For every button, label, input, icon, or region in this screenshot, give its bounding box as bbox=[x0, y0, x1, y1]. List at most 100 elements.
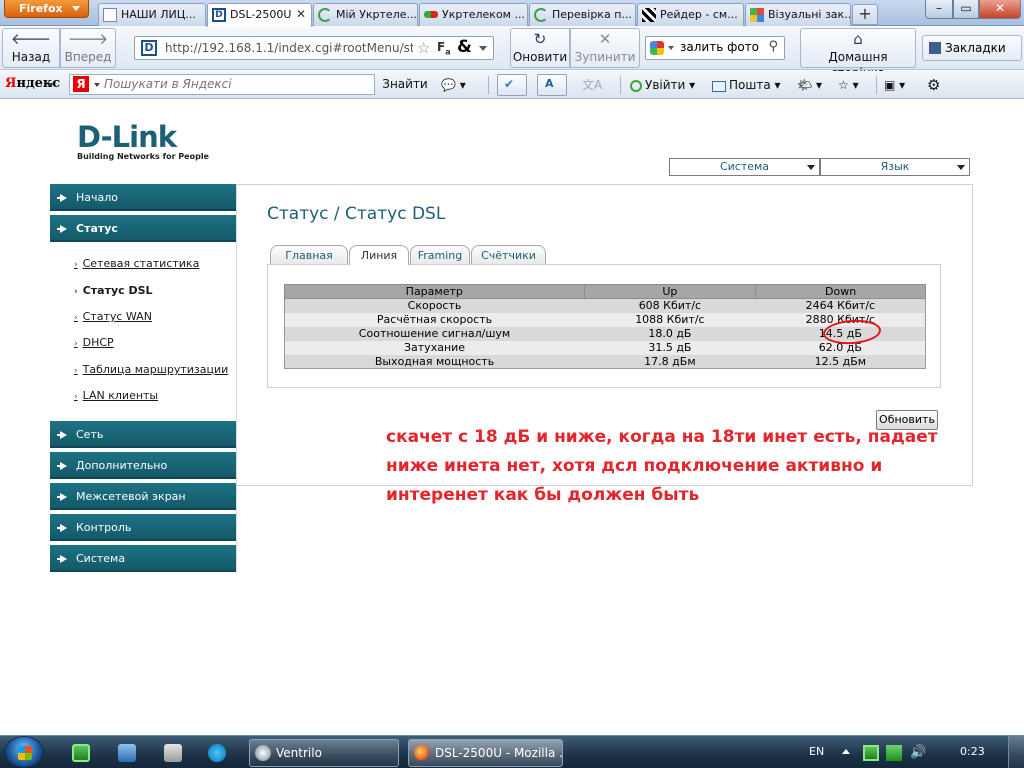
app-launcher-icon[interactable] bbox=[118, 744, 136, 762]
menu-item-firewall[interactable]: Межсетевой экран bbox=[50, 483, 236, 510]
search-icon[interactable]: ⚲ bbox=[768, 39, 778, 54]
browser-tab-bar: Firefox НАШИ ЛИЦ... D DSL-2500U ✕ Мій Ук… bbox=[0, 0, 1024, 27]
input-language-indicator[interactable]: EN bbox=[809, 745, 824, 758]
browser-tab[interactable]: НАШИ ЛИЦ... bbox=[98, 3, 206, 26]
bookmarks-button[interactable]: Закладки bbox=[922, 35, 1022, 61]
bullet-icon: › bbox=[74, 313, 78, 323]
speech-bubble-icon[interactable]: 💬 ▾ bbox=[441, 75, 466, 95]
window-close-button[interactable]: ✕ bbox=[979, 0, 1021, 19]
app-launcher-icon[interactable] bbox=[72, 744, 90, 762]
forward-button[interactable]: 🡒 Вперед bbox=[60, 28, 116, 68]
submenu-dsl-status[interactable]: › Статус DSL bbox=[74, 284, 153, 297]
yandex-toolbar: Яндекс Я Знайти 💬 ▾ ✔ A 文A Увійти ▾ Пошт… bbox=[0, 71, 1024, 99]
url-history-dropdown-icon[interactable] bbox=[479, 46, 487, 51]
tray-app-icon[interactable] bbox=[863, 745, 879, 761]
menu-label: Контроль bbox=[76, 521, 132, 534]
url-text[interactable]: http://192.168.1.1/index.cgi#rootMenu/st… bbox=[165, 41, 413, 55]
chevron-down-icon[interactable] bbox=[48, 83, 54, 87]
tab-framing[interactable]: Framing bbox=[410, 245, 470, 264]
annotation-line: интеренет как бы должен быть bbox=[386, 485, 700, 505]
windows-taskbar: Ventrilo DSL-2500U - Mozilla ... EN 🔊 0:… bbox=[0, 735, 1024, 768]
submenu-routing-table[interactable]: › Таблица маршрутизации bbox=[74, 363, 228, 376]
menu-item-advanced[interactable]: Дополнительно bbox=[50, 452, 236, 479]
chevron-down-icon bbox=[957, 165, 965, 170]
volume-icon[interactable]: 🔊 bbox=[910, 745, 926, 761]
menu-item-network[interactable]: Сеть bbox=[50, 421, 236, 448]
back-button[interactable]: 🡐 Назад bbox=[2, 28, 60, 68]
bookmark-star-icon[interactable]: ☆ bbox=[417, 39, 430, 57]
minimize-button[interactable]: – bbox=[925, 0, 953, 19]
menu-label: Система bbox=[76, 552, 126, 565]
browser-tab[interactable]: Мій Укртеле... bbox=[313, 3, 418, 26]
menu-item-control[interactable]: Контроль bbox=[50, 514, 236, 541]
reload-button[interactable]: ↻ Оновити bbox=[510, 28, 570, 68]
menu-item-status[interactable]: Статус bbox=[50, 215, 236, 242]
browser-tab[interactable]: Візуальні зак... bbox=[745, 3, 851, 26]
bookmarks-cube-icon[interactable]: ▣ ▾ bbox=[884, 75, 905, 95]
skype-icon[interactable] bbox=[208, 744, 226, 762]
firefox-menu-label: Firefox bbox=[19, 2, 63, 15]
table-row: Затухание 31.5 дБ 62.0 дБ bbox=[284, 340, 926, 355]
taskbar-app-firefox[interactable]: DSL-2500U - Mozilla ... bbox=[408, 739, 563, 767]
ampersand-addon-icon[interactable]: & bbox=[457, 37, 472, 57]
browser-tab[interactable]: Перевірка п... bbox=[529, 3, 636, 26]
tab-counters[interactable]: Счётчики bbox=[471, 245, 546, 264]
yandex-search-input[interactable] bbox=[104, 77, 364, 91]
toolbar-divider bbox=[620, 76, 621, 94]
browser-tab-active[interactable]: D DSL-2500U ✕ bbox=[207, 3, 312, 27]
weather-icon[interactable]: 🌤 ▾ bbox=[797, 75, 822, 95]
address-bar[interactable]: D http://192.168.1.1/index.cgi#rootMenu/… bbox=[134, 36, 494, 60]
spellcheck-icon[interactable]: ✔ bbox=[497, 74, 527, 96]
google-icon[interactable] bbox=[650, 41, 664, 55]
search-engine-dropdown-icon[interactable] bbox=[668, 46, 674, 50]
browser-tab[interactable]: Рейдер - см... bbox=[637, 3, 744, 26]
system-menu-select[interactable]: Система bbox=[669, 158, 820, 176]
taskbar-app-ventrilo[interactable]: Ventrilo bbox=[249, 739, 399, 767]
menu-item-start[interactable]: Начало bbox=[50, 184, 236, 211]
annotation-line: ниже инета нет, хотя дсл подключение акт… bbox=[386, 456, 883, 476]
table-row: Выходная мощность 17.8 дБм 12.5 дБм bbox=[284, 354, 926, 369]
new-tab-button[interactable]: + bbox=[852, 4, 878, 25]
close-tab-icon[interactable]: ✕ bbox=[296, 4, 306, 25]
yandex-search-box[interactable]: Я bbox=[69, 74, 375, 95]
submenu-dhcp[interactable]: › DHCP bbox=[74, 336, 114, 349]
bookmarks-label: Закладки bbox=[945, 41, 1006, 55]
translate-addon-icon[interactable]: Fa bbox=[437, 40, 451, 56]
menu-item-system[interactable]: Система bbox=[50, 545, 236, 572]
browser-tab[interactable]: Укртелеком ... bbox=[419, 3, 528, 26]
cell-up: 1088 Кбит/с bbox=[584, 312, 756, 327]
stop-button[interactable]: ✕ Зупинити bbox=[570, 28, 640, 68]
login-button[interactable]: Увійти ▾ bbox=[630, 75, 695, 95]
home-button[interactable]: ⌂ Домашня сторінка bbox=[800, 28, 916, 80]
submenu-network-stats[interactable]: › Сетевая статистика bbox=[74, 257, 199, 270]
show-hidden-icons-icon[interactable] bbox=[842, 749, 850, 754]
submenu-wan-status[interactable]: › Статус WAN bbox=[74, 310, 152, 323]
submenu-lan-clients[interactable]: › LAN клиенты bbox=[74, 389, 158, 402]
tab-main[interactable]: Главная bbox=[270, 245, 348, 264]
speed-dial-icon bbox=[750, 8, 764, 22]
tab-line[interactable]: Линия bbox=[349, 245, 409, 265]
bullet-icon: › bbox=[74, 287, 78, 297]
yandex-find-button[interactable]: Знайти bbox=[380, 74, 430, 95]
chevron-down-icon[interactable] bbox=[94, 83, 100, 87]
favorites-star-icon[interactable]: ☆ ▾ bbox=[838, 75, 859, 95]
taskbar-clock[interactable]: 0:23 bbox=[960, 745, 985, 758]
web-search-input[interactable] bbox=[680, 40, 768, 54]
arrow-right-icon bbox=[57, 225, 67, 233]
settings-gear-icon[interactable]: ⚙ bbox=[927, 75, 940, 95]
menu-label: Статус bbox=[76, 222, 118, 235]
language-select[interactable]: Язык bbox=[820, 158, 970, 176]
menu-label: Дополнительно bbox=[76, 459, 168, 472]
web-search-box[interactable]: ⚲ bbox=[645, 36, 785, 60]
arrow-right-icon bbox=[57, 194, 67, 202]
cell-up: 608 Кбит/с bbox=[584, 298, 756, 313]
calculator-icon[interactable] bbox=[164, 744, 182, 762]
mail-button[interactable]: Пошта ▾ bbox=[712, 75, 781, 95]
maximize-button[interactable]: ▭ bbox=[953, 0, 979, 19]
network-status-icon[interactable] bbox=[886, 745, 902, 761]
translate-page-icon[interactable]: 文A bbox=[582, 75, 602, 95]
firefox-menu-button[interactable]: Firefox bbox=[4, 0, 89, 18]
show-desktop-button[interactable] bbox=[1008, 736, 1024, 768]
translate-icon[interactable]: A bbox=[537, 74, 567, 96]
start-button[interactable] bbox=[4, 736, 44, 768]
